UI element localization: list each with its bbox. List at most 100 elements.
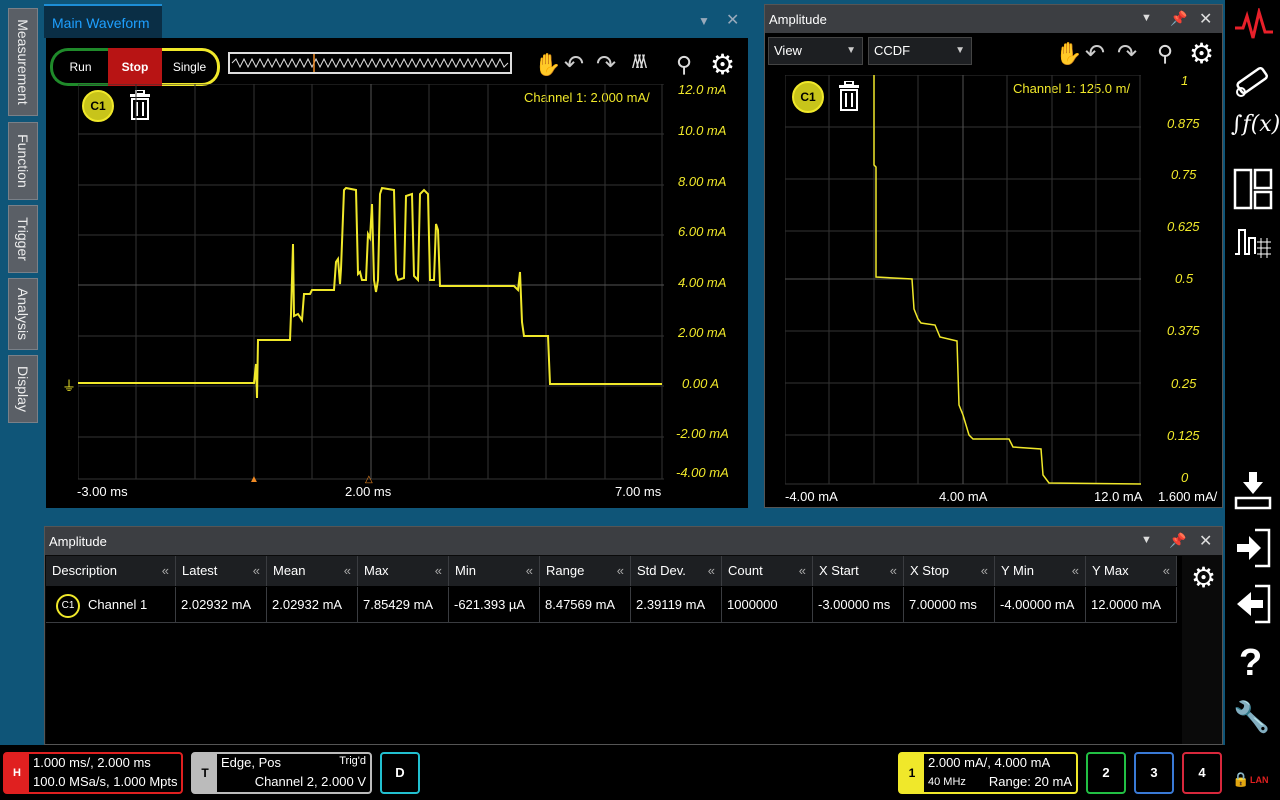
column-header[interactable]: Mean « bbox=[267, 556, 358, 586]
channel-1-bandwidth-label: 40 MHz bbox=[928, 776, 966, 788]
y-tick-label: 8.00 mA bbox=[678, 174, 727, 189]
digital-bus-icon[interactable] bbox=[1233, 224, 1273, 262]
window-layout-icon[interactable] bbox=[1233, 168, 1273, 210]
measurement-table: Description « Latest « Mean « Max « Min « Ran… bbox=[46, 556, 1182, 744]
settings-gear-icon[interactable]: ⚙ bbox=[1191, 561, 1216, 594]
tab-display[interactable]: Display bbox=[8, 355, 38, 423]
ccdf-x-tick: 12.0 mA bbox=[1094, 489, 1143, 504]
main-dropdown-icon[interactable]: ▼ bbox=[698, 14, 710, 28]
amplitude-panel-header: Amplitude ▼ 📌 ✕ bbox=[765, 5, 1222, 33]
channel-1-range-label: Range: 20 mA bbox=[988, 774, 1072, 789]
main-waveform-tab[interactable]: Main Waveform bbox=[44, 4, 162, 38]
collapse-icon: « bbox=[1162, 563, 1170, 578]
ccdf-graticule[interactable] bbox=[785, 75, 1141, 485]
channel-1-scale-label: 2.000 mA/, 4.000 mA bbox=[928, 755, 1051, 770]
channel-3-button[interactable]: 3 bbox=[1134, 752, 1174, 794]
channel-2-button[interactable]: 2 bbox=[1086, 752, 1126, 794]
min-cell: -621.393 µA bbox=[449, 587, 540, 623]
y-min-cell: -4.00000 mA bbox=[995, 587, 1086, 623]
amplitude-dropdown-icon[interactable]: ▼ bbox=[1141, 12, 1152, 24]
import-icon[interactable] bbox=[1233, 528, 1273, 568]
y-tick-label: 10.0 mA bbox=[678, 123, 727, 138]
column-header[interactable]: Y Max « bbox=[1086, 556, 1177, 586]
keysight-logo-icon[interactable] bbox=[1233, 6, 1275, 44]
overview-trace bbox=[231, 54, 509, 72]
measurement-dropdown-icon[interactable]: ▼ bbox=[1141, 534, 1152, 546]
tab-analysis[interactable]: Analysis bbox=[8, 278, 38, 350]
column-header[interactable]: Max « bbox=[358, 556, 449, 586]
latest-cell: 2.02932 mA bbox=[176, 587, 267, 623]
run-button[interactable]: Run bbox=[50, 48, 108, 86]
redo-icon[interactable]: ↷ bbox=[1117, 39, 1137, 68]
collapse-icon: « bbox=[980, 563, 988, 578]
pan-hand-icon[interactable]: ✋ bbox=[534, 52, 561, 78]
wrench-utilities-icon[interactable]: 🔧 bbox=[1233, 700, 1270, 735]
help-icon[interactable]: ? bbox=[1239, 642, 1262, 685]
view-dropdown[interactable]: View ▼ bbox=[768, 37, 863, 65]
channel-1-settings-box[interactable]: 1 2.000 mA/, 4.000 mA 40 MHz Range: 20 m… bbox=[898, 752, 1078, 794]
tab-measurement[interactable]: Measurement bbox=[8, 8, 38, 116]
digital-channels-button[interactable]: D bbox=[380, 752, 420, 794]
x-stop-cell: 7.00000 ms bbox=[904, 587, 995, 623]
pin-icon[interactable]: 📌 bbox=[1169, 532, 1186, 549]
pin-icon[interactable]: 📌 bbox=[1170, 10, 1187, 27]
collapse-icon: « bbox=[889, 563, 897, 578]
main-close-icon[interactable]: ✕ bbox=[726, 10, 739, 30]
trigger-marker-icon[interactable]: ▲ bbox=[249, 474, 259, 485]
ground-reference-icon[interactable]: ⏚ bbox=[62, 376, 76, 396]
column-header[interactable]: Std Dev. « bbox=[631, 556, 722, 586]
tab-function[interactable]: Function bbox=[8, 122, 38, 200]
tab-trigger[interactable]: Trigger bbox=[8, 205, 38, 273]
column-header[interactable]: Latest « bbox=[176, 556, 267, 586]
marker-pin-icon[interactable]: ⚲ bbox=[676, 52, 692, 78]
column-header[interactable]: Y Min « bbox=[995, 556, 1086, 586]
main-graticule[interactable] bbox=[78, 84, 664, 484]
undo-icon[interactable]: ↶ bbox=[1085, 39, 1105, 68]
x-tick-label: 2.00 ms bbox=[345, 484, 392, 499]
probe-icon[interactable] bbox=[1231, 58, 1275, 102]
measurement-panel-header: Amplitude ▼ 📌 ✕ bbox=[45, 527, 1222, 555]
math-function-icon[interactable]: ∫f(x) bbox=[1231, 112, 1280, 137]
trigger-state-label: Trig'd bbox=[339, 755, 366, 767]
mean-cell: 2.02932 mA bbox=[267, 587, 358, 623]
column-header[interactable]: X Start « bbox=[813, 556, 904, 586]
y-tick-label: 2.00 mA bbox=[678, 325, 727, 340]
trigger-source-label: Channel 2, 2.000 V bbox=[254, 774, 366, 789]
measurement-close-icon[interactable]: ✕ bbox=[1199, 531, 1212, 551]
waveform-overview[interactable] bbox=[228, 52, 512, 74]
column-header[interactable]: Count « bbox=[722, 556, 813, 586]
collapse-icon: « bbox=[161, 563, 169, 578]
undo-icon[interactable]: ↶ bbox=[564, 50, 584, 79]
pan-hand-icon[interactable]: ✋ bbox=[1055, 41, 1082, 67]
ccdf-mode-dropdown[interactable]: CCDF ▼ bbox=[868, 37, 972, 65]
channel-4-button[interactable]: 4 bbox=[1182, 752, 1222, 794]
ccdf-y-tick: 0.75 bbox=[1171, 167, 1197, 182]
settings-gear-icon[interactable]: ⚙ bbox=[710, 48, 735, 81]
amplitude-panel-title: Amplitude bbox=[769, 12, 827, 27]
marker-pin-icon[interactable]: ⚲ bbox=[1157, 41, 1173, 67]
left-tab-bar: Measurement Function Trigger Analysis Di… bbox=[0, 0, 44, 745]
ccdf-y-tick: 0.625 bbox=[1167, 219, 1200, 234]
count-cell: 1000000 bbox=[722, 587, 813, 623]
main-waveform-panel: Main Waveform ▼ ✕ Run Stop Single ✋ ↶ ↷ … bbox=[44, 4, 748, 508]
y-tick-label: 6.00 mA bbox=[678, 224, 727, 239]
redo-icon[interactable]: ↷ bbox=[596, 50, 616, 79]
column-header[interactable]: Description « bbox=[46, 556, 176, 586]
settings-gear-icon[interactable]: ⚙ bbox=[1189, 37, 1214, 70]
collapse-icon: « bbox=[707, 563, 715, 578]
column-header[interactable]: Range « bbox=[540, 556, 631, 586]
export-icon[interactable] bbox=[1233, 584, 1273, 624]
autoscale-waveform-icon[interactable]: /\/\/\ bbox=[632, 52, 647, 73]
amplitude-close-icon[interactable]: ✕ bbox=[1199, 9, 1212, 29]
trigger-type-label: Edge, Pos bbox=[221, 755, 281, 770]
column-header[interactable]: Min « bbox=[449, 556, 540, 586]
sample-rate-label: 100.0 MSa/s, 1.000 Mpts bbox=[33, 774, 178, 789]
trigger-settings-box[interactable]: T Edge, Pos Trig'd Channel 2, 2.000 V bbox=[191, 752, 372, 794]
save-download-icon[interactable] bbox=[1233, 470, 1273, 510]
stop-button[interactable]: Stop bbox=[108, 48, 162, 86]
single-button[interactable]: Single bbox=[162, 48, 220, 86]
std-dev-cell: 2.39119 mA bbox=[631, 587, 722, 623]
column-header[interactable]: X Stop « bbox=[904, 556, 995, 586]
horizontal-settings-box[interactable]: H 1.000 ms/, 2.000 ms 100.0 MSa/s, 1.000… bbox=[3, 752, 183, 794]
ccdf-y-tick: 0 bbox=[1181, 470, 1189, 485]
